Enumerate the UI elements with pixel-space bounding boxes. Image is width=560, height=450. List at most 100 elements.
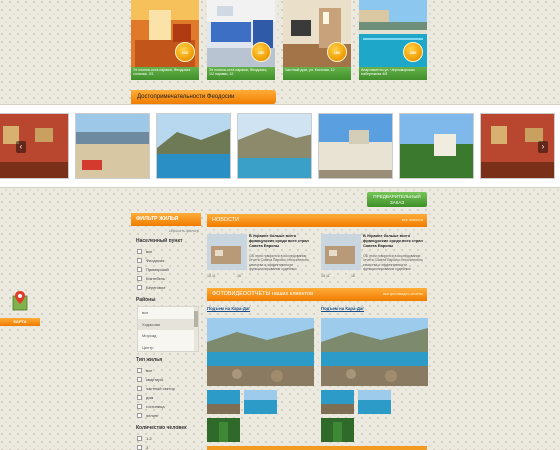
- sight-photo[interactable]: [156, 113, 231, 179]
- checkbox[interactable]: [137, 386, 142, 391]
- news-headline[interactable]: В Украине больше всего французских среди…: [249, 233, 311, 248]
- filter-option[interactable]: квартиры: [137, 375, 201, 384]
- checkbox[interactable]: [137, 395, 142, 400]
- report-title-link[interactable]: Подъем на Кара-Даг: [207, 306, 314, 315]
- news-item[interactable]: В Украине больше всего французских среди…: [321, 233, 426, 284]
- price-badge: 220: [175, 42, 195, 62]
- districts-title: Районы: [136, 297, 156, 303]
- listing-card[interactable]: 280 Апартаменты ул. Черноморская набереж…: [359, 0, 427, 80]
- filter-option[interactable]: гостиница: [137, 402, 201, 411]
- checkbox[interactable]: [137, 285, 142, 290]
- checkbox[interactable]: [137, 276, 142, 281]
- report-title-link[interactable]: Подъем на Кара-Даг: [321, 306, 428, 315]
- filter-title: ФИЛЬТР ЖИЛЬЯ: [131, 213, 201, 226]
- sight-photo[interactable]: [0, 113, 69, 179]
- option-label: 1-2: [146, 436, 152, 441]
- checkbox[interactable]: [137, 436, 142, 441]
- news-comments-count: 16: [351, 274, 355, 278]
- checkbox[interactable]: [137, 249, 142, 254]
- listing-card[interactable]: 150 Частный дом, ул. Косолая, 12: [283, 0, 351, 80]
- checkbox[interactable]: [137, 445, 142, 450]
- listing-card[interactable]: 220 Эт хлопка-оста парами, Феодосия соля…: [131, 0, 199, 80]
- news-headline[interactable]: В Украине больше всего французских среди…: [363, 233, 425, 248]
- carousel-next-button[interactable]: ›: [538, 141, 548, 153]
- news-comments-count: 16: [237, 274, 241, 278]
- all-news-link[interactable]: все новости: [402, 214, 423, 227]
- report-thumbnails: [321, 390, 428, 450]
- pre-order-button[interactable]: ПРЕДВАРИТЕЛЬНЫЙ ЗАКАЗ: [367, 192, 427, 207]
- scrollbar-thumb[interactable]: [194, 311, 198, 327]
- listing-card[interactable]: 250 Эт хлопка-оста парами, Феодосия, 1/2…: [207, 0, 275, 80]
- sight-photo[interactable]: [399, 113, 474, 179]
- sight-photo[interactable]: [318, 113, 393, 179]
- option-label: все: [146, 368, 153, 373]
- report-thumb[interactable]: [321, 418, 354, 442]
- section-divider: [207, 446, 427, 450]
- reports-header: ФОТОВИДЕООТЧЕТЫ наших клиентов все фотов…: [207, 288, 427, 301]
- option-label: дом: [146, 395, 154, 400]
- option-label: квартиры: [146, 377, 164, 382]
- checkbox[interactable]: [137, 404, 142, 409]
- news-photo[interactable]: [207, 234, 247, 270]
- listing-caption[interactable]: Частный дом, ул. Косолая, 12: [283, 67, 351, 80]
- filter-option[interactable]: Береговое: [137, 283, 201, 292]
- photo-report[interactable]: Подъем на Кара-Даг: [207, 306, 314, 450]
- listing-caption[interactable]: Эт хлопка-оста парами, Феодосия, 1/2 пар…: [207, 67, 275, 80]
- option-label: Коктебель: [146, 276, 166, 281]
- filter-option[interactable]: все: [137, 247, 201, 256]
- report-thumb[interactable]: [207, 418, 240, 442]
- filter-option[interactable]: Приморский: [137, 265, 201, 274]
- report-thumbnails: [207, 390, 314, 450]
- filter-option[interactable]: частный сектор: [137, 384, 201, 393]
- sight-photo[interactable]: [237, 113, 312, 179]
- listing-caption[interactable]: Апартаменты ул. Черноморская набережная …: [359, 67, 427, 80]
- report-thumb[interactable]: [358, 390, 391, 414]
- news-photo[interactable]: [321, 234, 361, 270]
- reports-title: ФОТОВИДЕООТЧЕТЫ наших клиентов: [212, 291, 314, 297]
- district-option[interactable]: Центр: [138, 342, 198, 354]
- news-date: 15.11: [321, 274, 330, 278]
- option-label: 3: [146, 445, 149, 450]
- news-snippet: ОБ этом говорится в исследовании отчета …: [249, 254, 309, 271]
- settlement-title: Населенный пункт: [136, 238, 183, 244]
- checkbox[interactable]: [137, 267, 142, 272]
- map-label[interactable]: КАРТА: [0, 318, 40, 326]
- report-main-photo[interactable]: [321, 318, 428, 386]
- checkbox[interactable]: [137, 413, 142, 418]
- report-thumb[interactable]: [207, 390, 240, 414]
- housing-type-title: Тип жилья: [136, 357, 163, 363]
- price-badge: 150: [327, 42, 347, 62]
- district-option[interactable]: Морсад: [138, 330, 198, 342]
- district-option[interactable]: все: [138, 307, 198, 319]
- filter-option[interactable]: все: [137, 366, 201, 375]
- report-thumb[interactable]: [321, 390, 354, 414]
- reset-filter-link[interactable]: сбросить фильтр: [131, 229, 199, 233]
- districts-list[interactable]: все Ходасова Морсад Центр: [137, 306, 199, 352]
- sight-photo[interactable]: [75, 113, 150, 179]
- price-badge: 280: [403, 42, 423, 62]
- checkbox[interactable]: [137, 258, 142, 263]
- all-reports-link[interactable]: все фотовидео-отчеты: [383, 288, 423, 301]
- sights-title: Достопримечательности Феодосии: [131, 90, 276, 104]
- filter-option[interactable]: Коктебель: [137, 274, 201, 283]
- filter-option[interactable]: 3: [137, 443, 201, 450]
- filter-option[interactable]: эллинг: [137, 411, 201, 420]
- option-label: Приморский: [146, 267, 169, 272]
- photo-report[interactable]: Подъем на Кара-Даг: [321, 306, 428, 450]
- map-pin-icon[interactable]: [12, 290, 28, 312]
- news-item[interactable]: В Украине больше всего французских среди…: [207, 233, 312, 284]
- checkbox[interactable]: [137, 377, 142, 382]
- option-label: Феодосия: [146, 258, 165, 263]
- filter-option[interactable]: Феодосия: [137, 256, 201, 265]
- checkbox[interactable]: [137, 368, 142, 373]
- map-widget[interactable]: КАРТА: [0, 290, 40, 326]
- listing-caption[interactable]: Эт хлопка-оста парами, Феодосия соляная,…: [131, 67, 199, 80]
- filter-option[interactable]: 1-2: [137, 434, 201, 443]
- district-option[interactable]: Ходасова: [138, 318, 198, 330]
- sights-carousel[interactable]: ‹ ›: [0, 104, 560, 188]
- filter-option[interactable]: дом: [137, 393, 201, 402]
- report-main-photo[interactable]: [207, 318, 314, 386]
- carousel-prev-button[interactable]: ‹: [16, 141, 26, 153]
- report-thumb[interactable]: [244, 390, 277, 414]
- news-date: 15.11: [207, 274, 216, 278]
